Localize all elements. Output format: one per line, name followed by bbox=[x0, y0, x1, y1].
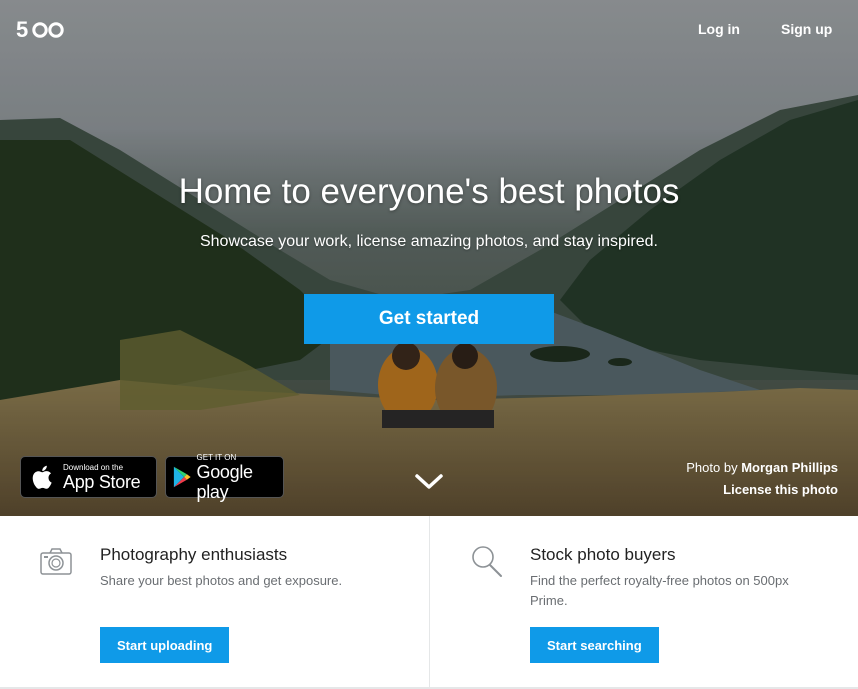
credit-prefix: Photo by bbox=[686, 460, 738, 475]
hero-subhead: Showcase your work, license amazing phot… bbox=[199, 233, 658, 250]
feature-description: Share your best photos and get exposure. bbox=[100, 573, 343, 588]
feature-photography-enthusiasts: Photography enthusiasts Share your best … bbox=[0, 516, 429, 689]
hero-section: 5 Log in Sign up Home to everyone's best… bbox=[0, 0, 858, 516]
feature-stock-photo-buyers: Stock photo buyers Find the perfect roya… bbox=[430, 516, 858, 689]
camera-icon bbox=[40, 548, 72, 575]
app-store-badge[interactable]: Download on the App Store bbox=[20, 456, 157, 498]
photographer-name-link[interactable]: Morgan Phillips bbox=[741, 460, 838, 475]
google-play-icon bbox=[173, 466, 191, 488]
photo-credit: Photo by Morgan Phillips bbox=[686, 460, 838, 475]
app-store-big-text: App Store bbox=[63, 471, 141, 492]
features-section: Photography enthusiasts Share your best … bbox=[0, 516, 858, 689]
svg-text:5: 5 bbox=[16, 17, 28, 42]
google-play-small-text: GET IT ON bbox=[196, 452, 237, 462]
search-icon bbox=[472, 546, 502, 577]
get-started-button[interactable]: Get started bbox=[304, 294, 554, 344]
login-link[interactable]: Log in bbox=[698, 21, 740, 37]
license-photo-link[interactable]: License this photo bbox=[723, 482, 838, 497]
feature-description: Find the perfect royalty-free photos on … bbox=[530, 573, 789, 608]
start-uploading-button[interactable]: Start uploading bbox=[100, 627, 230, 663]
feature-title: Photography enthusiasts bbox=[100, 545, 288, 564]
feature-title: Stock photo buyers bbox=[530, 545, 676, 564]
signup-link[interactable]: Sign up bbox=[781, 21, 832, 37]
scroll-down-chevron-icon[interactable] bbox=[414, 473, 444, 491]
google-play-big-text: Google play bbox=[196, 461, 254, 502]
hero-overlay bbox=[0, 0, 858, 516]
500px-logo[interactable]: 5 bbox=[16, 16, 68, 42]
google-play-badge[interactable]: GET IT ON Google play bbox=[165, 452, 284, 502]
apple-icon bbox=[32, 465, 52, 489]
hero-headline: Home to everyone's best photos bbox=[178, 172, 680, 211]
start-searching-button[interactable]: Start searching bbox=[530, 627, 659, 663]
app-store-small-text: Download on the bbox=[63, 462, 124, 472]
